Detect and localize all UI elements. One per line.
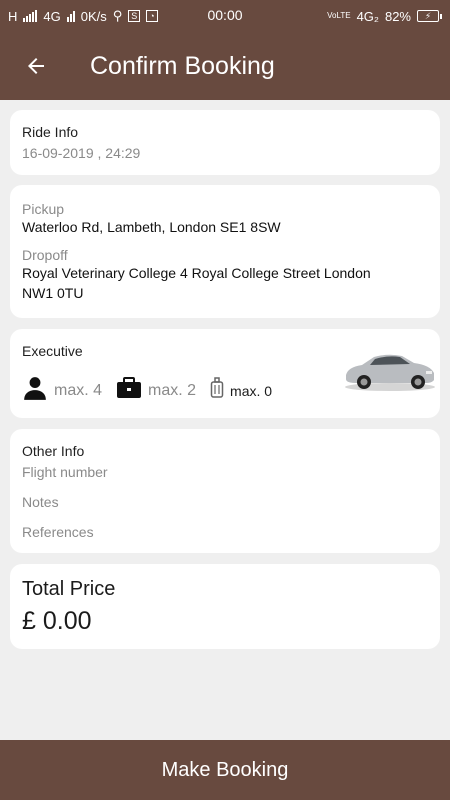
dropoff-address-line2: NW1 0TU [22,285,84,301]
page-title: Confirm Booking [90,51,275,80]
ride-info-card[interactable]: Ride Info 16-09-2019 , 24:29 [10,110,440,175]
app-notification-icon: ◔ [146,10,158,22]
car-image [340,347,438,393]
pickup-address: Waterloo Rd, Lambeth, London SE1 8SW [22,219,281,235]
status-bar: H 4G 0K/s ⚲ S ◔ 00:00 VoLTE 4G₂ 82% ⚡ [0,0,450,32]
other-info-label: Other Info [22,443,85,459]
speed-text: 0K/s [80,8,107,24]
total-price-value: £ 0.00 [22,607,92,635]
dropoff-address-line1: Royal Veterinary College 4 Royal College… [22,265,371,281]
signal-icon-2 [66,10,75,22]
other-info-card: Other Info Flight number Notes Reference… [10,429,440,553]
person-icon [22,375,48,406]
clock: 00:00 [207,7,243,23]
title-bar: Confirm Booking [0,32,450,100]
vehicle-card[interactable]: Executive max. 4 max. 2 max. 0 [10,329,440,418]
make-booking-label: Make Booking [161,758,289,781]
back-arrow-icon[interactable] [22,52,50,80]
make-booking-button[interactable]: Make Booking [0,740,450,800]
ride-info-label: Ride Info [22,124,79,140]
flight-number-field[interactable]: Flight number [22,464,428,480]
luggage-capacity: max. 0 [230,382,273,399]
suitcase-capacity: max. 2 [148,381,197,399]
volte-icon: VoLTE [327,11,351,20]
dropoff-label: Dropoff [22,247,68,263]
s-icon: S [128,10,141,22]
network-right-text: 4G₂ [356,8,379,24]
notes-field[interactable]: Notes [22,494,428,510]
pickup-label: Pickup [22,201,65,217]
network-text: 4G [43,8,61,24]
ride-datetime: 16-09-2019 , 24:29 [22,145,141,161]
address-card: Pickup Waterloo Rd, Lambeth, London SE1 … [10,185,440,318]
passenger-capacity: max. 4 [54,381,103,399]
total-price-label: Total Price [22,578,116,600]
luggage-icon [210,377,224,404]
battery-percent: 82% [384,8,411,24]
app-bar: H 4G 0K/s ⚲ S ◔ 00:00 VoLTE 4G₂ 82% ⚡ Co… [0,0,450,100]
price-card: Total Price £ 0.00 [10,564,440,649]
battery-icon: ⚡ [417,10,442,22]
references-field[interactable]: References [22,524,428,540]
signal-icon [23,10,38,22]
carrier-text: H [8,8,18,24]
briefcase-icon [116,376,142,405]
usb-icon: ⚲ [112,8,123,23]
